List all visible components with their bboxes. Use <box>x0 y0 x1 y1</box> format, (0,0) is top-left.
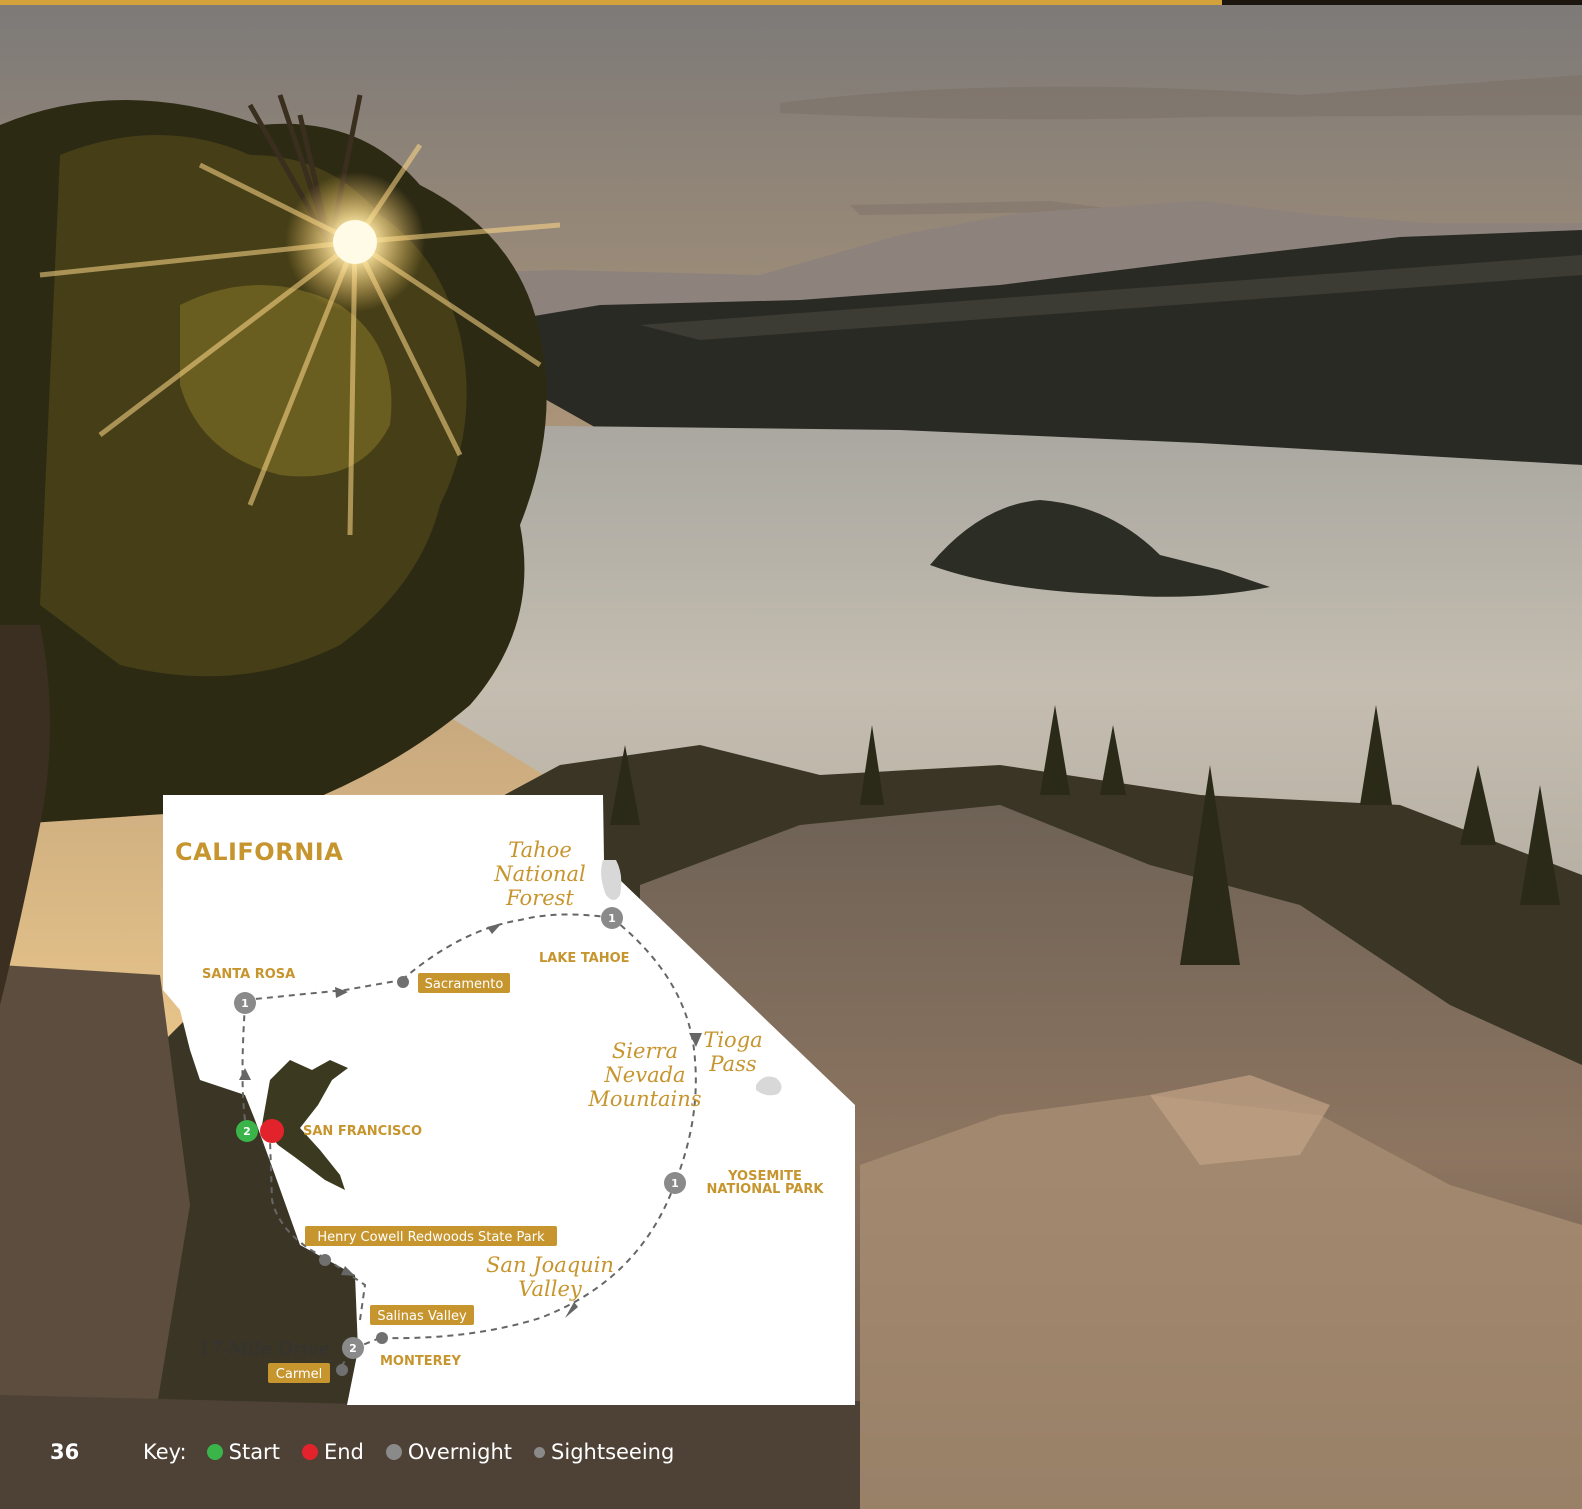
city-label-monterey: MONTEREY <box>380 1354 462 1369</box>
start-dot-icon <box>206 1444 223 1460</box>
overnight-marker-yosemite[interactable]: 1 <box>664 1172 686 1194</box>
svg-text:2: 2 <box>243 1125 251 1138</box>
svg-text:1: 1 <box>608 912 616 925</box>
overnight-marker-monterey[interactable]: 2 <box>342 1337 364 1359</box>
svg-text:1: 1 <box>241 997 249 1010</box>
svg-text:Sacramento: Sacramento <box>425 977 504 992</box>
key-start-label: Start <box>228 1440 280 1464</box>
map-key: Key: Start End Overnight Sightseeing <box>143 1440 696 1464</box>
region-label-nevada: Nevada <box>603 1063 685 1087</box>
end-dot-icon <box>301 1444 318 1460</box>
page-number: 36 <box>50 1440 80 1464</box>
overnight-marker-lake-tahoe[interactable]: 1 <box>601 907 623 929</box>
sightseeing-marker-carmel[interactable] <box>336 1364 348 1376</box>
sightseeing-marker-henry-cowell[interactable] <box>319 1254 331 1266</box>
sightseeing-dot-icon <box>534 1446 546 1458</box>
overnight-dot-icon <box>385 1444 402 1460</box>
california-route-map: 1 1 1 2 2 Sacramento Henry Cowell Redwoo… <box>163 795 855 1405</box>
region-label-national: National <box>493 862 585 886</box>
key-item-end: End <box>301 1440 364 1464</box>
key-sightseeing-label: Sightseeing <box>551 1440 675 1464</box>
city-label-national-park: NATIONAL PARK <box>707 1182 825 1197</box>
city-label-santa-rosa: SANTA ROSA <box>202 967 295 982</box>
tag-salinas-valley[interactable]: Salinas Valley <box>370 1305 474 1325</box>
region-label-san-joaquin: San Joaquin <box>486 1253 614 1277</box>
tag-sacramento[interactable]: Sacramento <box>418 973 510 993</box>
end-marker-san-francisco[interactable] <box>260 1119 284 1143</box>
key-overnight-label: Overnight <box>407 1440 513 1464</box>
region-label-mountains: Mountains <box>587 1087 701 1111</box>
key-item-start: Start <box>206 1440 280 1464</box>
start-marker-san-francisco[interactable]: 2 <box>236 1120 258 1142</box>
city-label-san-francisco: SAN FRANCISCO <box>303 1124 422 1139</box>
page-footer: 36 Key: Start End Overnight Sightseeing <box>0 1426 1582 1486</box>
svg-text:Henry Cowell Redwoods State Pa: Henry Cowell Redwoods State Park <box>317 1230 545 1245</box>
sightseeing-marker-sacramento[interactable] <box>397 976 409 988</box>
region-label-valley: Valley <box>518 1277 583 1301</box>
key-end-label: End <box>323 1440 364 1464</box>
svg-text:2: 2 <box>349 1342 357 1355</box>
city-label-lake-tahoe: LAKE TAHOE <box>539 951 630 966</box>
key-label: Key: <box>143 1440 187 1464</box>
key-item-sightseeing: Sightseeing <box>534 1440 674 1464</box>
tag-carmel[interactable]: Carmel <box>268 1363 330 1383</box>
region-label-tioga: Tioga <box>703 1028 762 1052</box>
region-label-pass: Pass <box>708 1052 756 1076</box>
region-label-tahoe: Tahoe <box>508 838 572 862</box>
svg-text:Carmel: Carmel <box>276 1367 322 1382</box>
map-title: CALIFORNIA <box>175 838 343 866</box>
svg-text:Salinas Valley: Salinas Valley <box>377 1309 467 1324</box>
overnight-marker-santa-rosa[interactable]: 1 <box>234 992 256 1014</box>
region-label-forest: Forest <box>505 886 574 910</box>
region-label-sierra: Sierra <box>612 1039 678 1063</box>
key-item-overnight: Overnight <box>385 1440 513 1464</box>
tag-henry-cowell[interactable]: Henry Cowell Redwoods State Park <box>305 1226 557 1246</box>
region-label-17-mile-drive: 17-Mile Drive <box>198 1338 330 1360</box>
sightseeing-marker-salinas[interactable] <box>376 1332 388 1344</box>
svg-text:1: 1 <box>671 1177 679 1190</box>
